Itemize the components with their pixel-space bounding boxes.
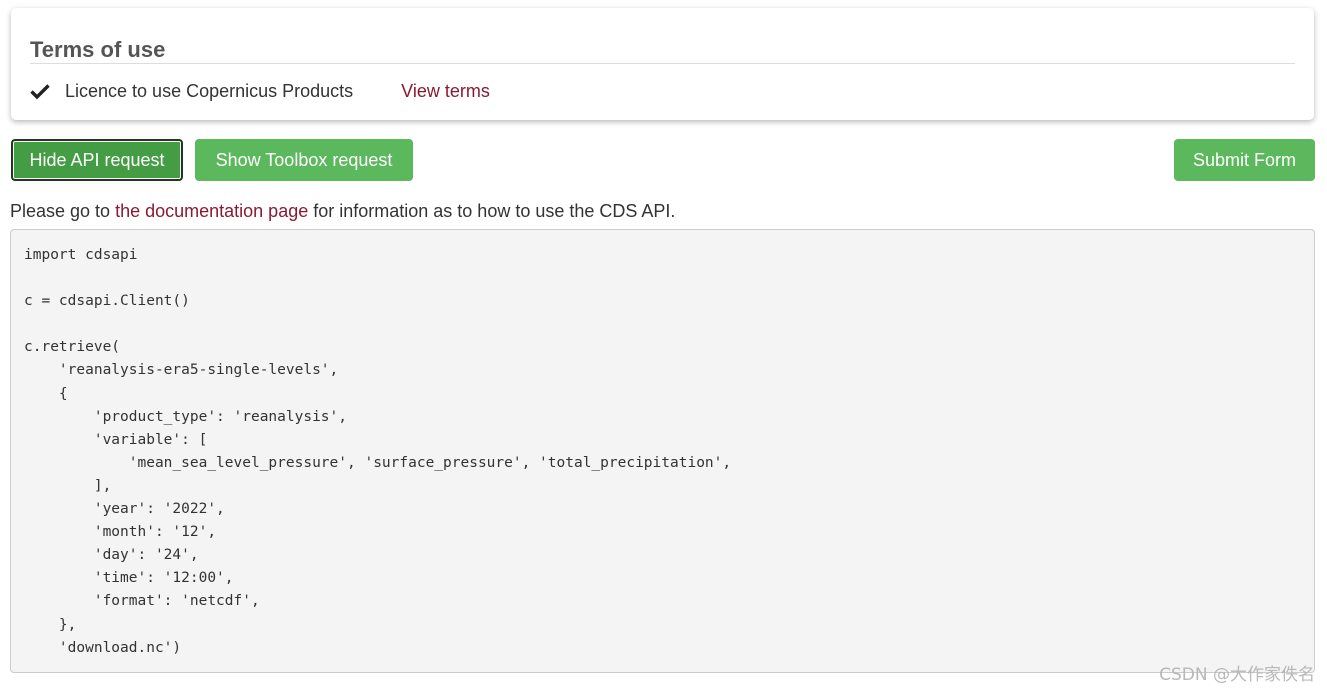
- api-request-code-box[interactable]: import cdsapi c = cdsapi.Client() c.retr…: [10, 229, 1315, 673]
- submit-form-button[interactable]: Submit Form: [1174, 139, 1315, 181]
- licence-row: Licence to use Copernicus Products View …: [30, 76, 490, 106]
- terms-of-use-panel: Terms of use Licence to use Copernicus P…: [11, 8, 1314, 120]
- terms-title: Terms of use: [30, 37, 166, 62]
- check-icon: [30, 81, 50, 101]
- documentation-link[interactable]: the documentation page: [115, 201, 308, 221]
- show-toolbox-request-button[interactable]: Show Toolbox request: [195, 139, 413, 181]
- watermark: CSDN @大作家佚名: [1159, 665, 1315, 685]
- doc-note-prefix: Please go to: [10, 201, 116, 221]
- view-terms-link[interactable]: View terms: [401, 81, 490, 102]
- api-request-code[interactable]: import cdsapi c = cdsapi.Client() c.retr…: [24, 244, 731, 660]
- documentation-note: Please go to the documentation page for …: [10, 199, 675, 223]
- terms-divider: [30, 63, 1295, 64]
- doc-note-suffix: for information as to how to use the CDS…: [308, 201, 676, 221]
- licence-label: Licence to use Copernicus Products: [65, 80, 354, 101]
- hide-api-request-button[interactable]: Hide API request: [11, 139, 183, 181]
